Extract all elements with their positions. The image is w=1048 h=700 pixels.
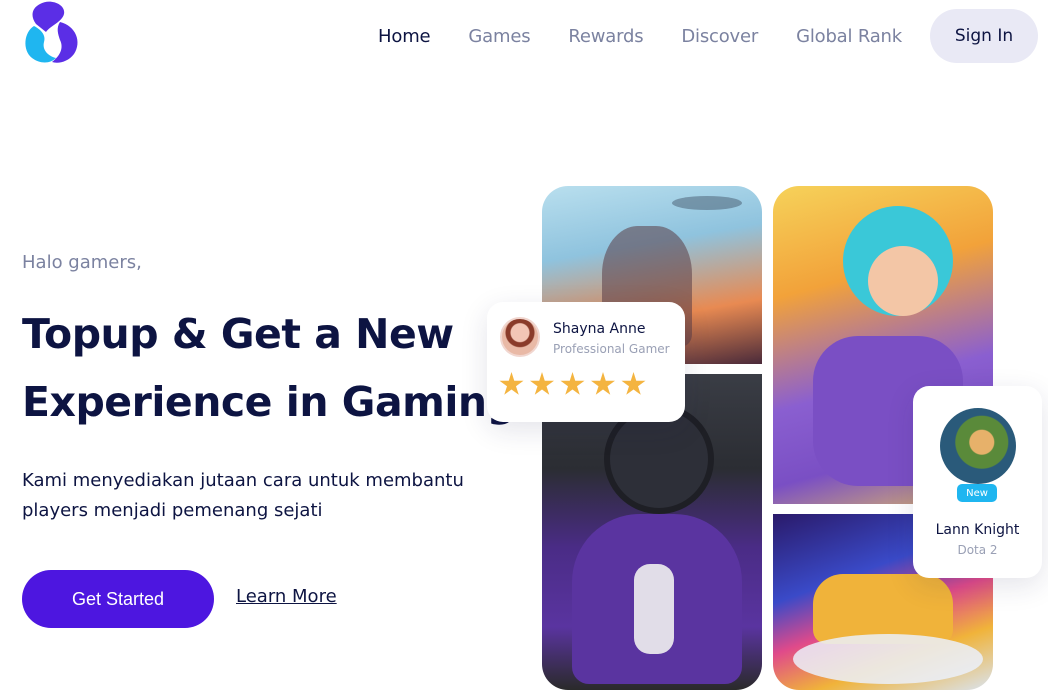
nav-item-home[interactable]: Home [378,26,431,47]
player-name: Lann Knight [935,522,1020,538]
hero-description: Kami menyediakan jutaan cara untuk memba… [22,470,464,521]
nav-item-rewards[interactable]: Rewards [568,26,643,47]
reviewer-role: Professional Gamer [553,342,670,356]
avatar [500,317,540,357]
nav-item-games[interactable]: Games [468,26,530,47]
get-started-button[interactable]: Get Started [22,570,214,628]
sign-in-button[interactable]: Sign In [930,9,1038,63]
s-logo-icon[interactable] [20,0,82,66]
star-icon [591,372,615,395]
player-card: New Lann Knight Dota 2 [913,386,1042,578]
hero-greeting: Halo gamers, [22,252,142,273]
nav-item-global-rank[interactable]: Global Rank [796,26,902,47]
headline-highlight-experience: Experience [22,368,273,436]
nav-item-discover[interactable]: Discover [681,26,758,47]
star-icon [560,372,585,395]
headline-part1: Topup & Get a [22,310,342,358]
star-icon [530,372,554,395]
star-icon [621,372,646,395]
rating-stars [499,372,652,397]
status-badge: New [957,484,997,502]
star-icon [499,372,524,395]
learn-more-link[interactable]: Learn More [236,586,337,607]
avatar [940,408,1016,484]
headline-part2: in Gaming [285,378,516,426]
player-game: Dota 2 [957,543,998,557]
main-nav: Home Games Rewards Discover Global Rank … [340,8,1038,64]
hero-headline: Topup & Get a New Experience in Gaming [22,300,516,436]
review-card: Shayna Anne Professional Gamer [487,302,685,422]
reviewer-name: Shayna Anne [553,321,646,337]
headline-highlight-new: New [355,300,454,368]
